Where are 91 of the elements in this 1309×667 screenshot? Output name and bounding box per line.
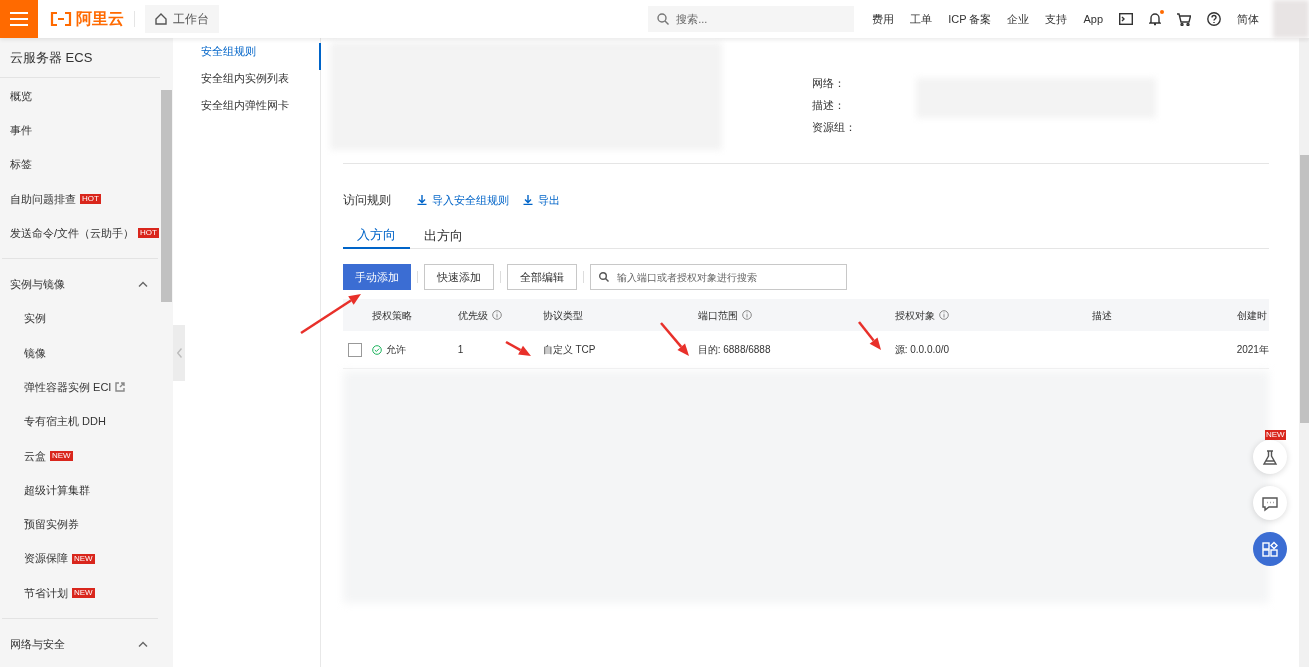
column-header: 授权策略 bbox=[371, 308, 412, 323]
logo: 阿里云 bbox=[50, 7, 124, 31]
nav-link[interactable]: 企业 bbox=[1007, 10, 1030, 28]
column-header: 授权对象 bbox=[894, 307, 949, 323]
toolbar-button[interactable]: 手动添加 bbox=[342, 264, 411, 290]
info-icon bbox=[938, 310, 949, 320]
sidebar-group[interactable]: 实例与镜像 bbox=[0, 267, 160, 302]
sidebar-item[interactable]: 弹性容器实例 ECI bbox=[0, 370, 160, 405]
language-link[interactable]: 简体 bbox=[1237, 10, 1259, 28]
sidebar-item[interactable]: 概览 bbox=[0, 79, 160, 114]
badge: HOT bbox=[138, 228, 159, 239]
help-icon[interactable] bbox=[1207, 12, 1221, 26]
badge: NEW bbox=[72, 553, 95, 564]
sidebar-item[interactable]: 自助问题排查 HOT bbox=[0, 181, 160, 217]
nav-link[interactable]: ICP 备案 bbox=[948, 10, 992, 28]
column-header: 描述 bbox=[1091, 308, 1112, 323]
field-label: 资源组： bbox=[811, 120, 856, 134]
chevron-up-icon bbox=[138, 281, 148, 288]
sub-nav-item[interactable]: 安全组内实例列表 bbox=[201, 70, 320, 97]
home-icon bbox=[155, 13, 167, 25]
sidebar-item[interactable]: 镜像 bbox=[0, 335, 160, 371]
column-header: 创建时 bbox=[1236, 308, 1267, 323]
search-icon bbox=[657, 13, 670, 25]
flask-icon bbox=[1260, 448, 1279, 466]
check-circle-icon bbox=[371, 344, 382, 355]
workbench-button[interactable]: 工作台 bbox=[145, 5, 219, 33]
menu-button[interactable] bbox=[0, 0, 38, 38]
column-header: 协议类型 bbox=[542, 308, 583, 323]
sidebar-item[interactable]: 超级计算集群 bbox=[0, 472, 160, 508]
badge: NEW bbox=[72, 588, 95, 598]
menu-icon bbox=[10, 12, 28, 26]
scrollbar[interactable] bbox=[1298, 38, 1309, 667]
action-link[interactable]: 导入安全组规则 bbox=[416, 191, 509, 209]
sidebar-item[interactable]: 发送命令/文件（云助手） HOT bbox=[0, 216, 160, 251]
table-cell-text: 允许 bbox=[385, 343, 406, 357]
badge: NEW bbox=[50, 450, 73, 461]
collapse-handle[interactable] bbox=[173, 325, 185, 381]
sidebar-item[interactable]: 节省计划 NEW bbox=[0, 575, 160, 611]
column-header: 优先级 bbox=[457, 307, 502, 323]
column-header: 端口范围 bbox=[697, 307, 752, 323]
terminal-icon[interactable] bbox=[1119, 13, 1133, 25]
nav-link[interactable]: 支持 bbox=[1045, 10, 1068, 28]
info-icon bbox=[741, 310, 752, 320]
sidebar-group[interactable]: 网络与安全 bbox=[0, 627, 160, 662]
sub-nav-item[interactable]: 安全组内弹性网卡 bbox=[201, 97, 320, 124]
bell-icon bbox=[1149, 12, 1161, 26]
table-cell-text: 目的: 6888/6888 bbox=[697, 343, 771, 357]
table-cell-text: 2021年 bbox=[1236, 343, 1269, 357]
logo-icon bbox=[50, 12, 72, 26]
rule-search-field[interactable]: 输入端口或者授权对象进行搜索 bbox=[589, 264, 847, 290]
table-cell-text: 1 bbox=[457, 343, 464, 357]
notification-button[interactable] bbox=[1149, 12, 1161, 26]
search-icon bbox=[598, 272, 609, 282]
download-icon bbox=[416, 195, 427, 205]
table-cell-text: 源: 0.0.0.0/0 bbox=[894, 343, 950, 357]
sidebar-item[interactable]: 云盒 NEW bbox=[0, 438, 160, 473]
annotation-arrow bbox=[659, 322, 689, 356]
nav-link[interactable]: 费用 bbox=[872, 10, 895, 28]
action-link[interactable]: 导出 bbox=[522, 191, 560, 209]
toolbar-button[interactable]: 快速添加 bbox=[423, 264, 494, 290]
field-label: 网络： bbox=[811, 76, 846, 90]
sidebar-item[interactable]: 预留实例券 bbox=[0, 507, 160, 542]
row-checkbox[interactable] bbox=[347, 342, 362, 357]
chevron-left-icon bbox=[176, 348, 182, 358]
tab[interactable]: 出方向 bbox=[409, 222, 477, 249]
table-cell-text: 自定义 TCP bbox=[542, 343, 596, 357]
badge: HOT bbox=[80, 194, 101, 205]
annotation-arrow bbox=[505, 340, 531, 356]
nav-link[interactable]: App bbox=[1083, 10, 1103, 28]
chat-icon bbox=[1260, 494, 1279, 512]
toolbar-button[interactable]: 全部编辑 bbox=[506, 264, 577, 290]
sidebar-item[interactable]: 实例 bbox=[0, 301, 160, 336]
sidebar-item[interactable]: 事件 bbox=[0, 113, 160, 148]
annotation-arrow bbox=[857, 321, 881, 350]
tab[interactable]: 入方向 bbox=[342, 222, 410, 249]
nav-link[interactable]: 工单 bbox=[910, 10, 933, 28]
search-field[interactable]: 搜索... bbox=[648, 6, 855, 32]
annotation-arrow bbox=[299, 294, 361, 335]
chevron-up-icon bbox=[138, 641, 148, 648]
external-link-icon bbox=[115, 382, 126, 393]
cart-icon[interactable] bbox=[1177, 12, 1191, 26]
sub-nav-item[interactable]: 安全组规则 bbox=[201, 43, 321, 70]
sidebar-item[interactable]: 标签 bbox=[0, 147, 160, 182]
badge: NEW bbox=[1264, 430, 1286, 440]
sidebar-item[interactable]: 资源保障 NEW bbox=[0, 541, 160, 576]
apps-icon bbox=[1260, 540, 1279, 558]
download-icon bbox=[522, 195, 533, 205]
field-label: 描述： bbox=[811, 98, 846, 112]
sidebar-item[interactable]: 专有宿主机 DDH bbox=[0, 404, 160, 439]
section-title: 访问规则 bbox=[342, 192, 391, 209]
info-icon bbox=[491, 310, 502, 320]
